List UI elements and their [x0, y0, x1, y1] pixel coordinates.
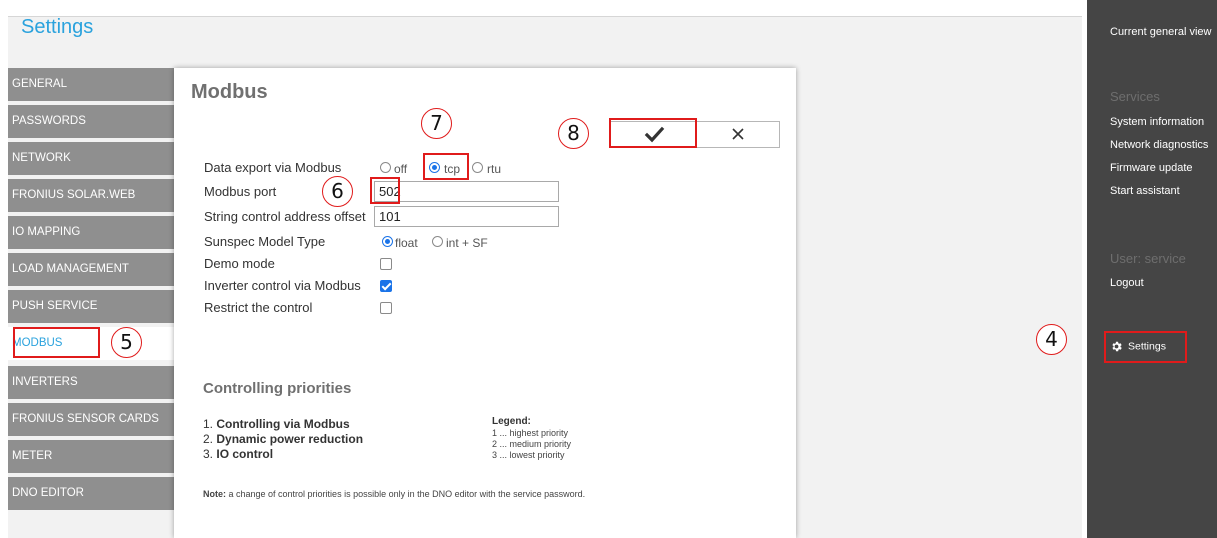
highlight-modbus-port	[370, 177, 400, 204]
highlight-settings-link	[1104, 331, 1187, 363]
current-general-view-link[interactable]: Current general view	[1110, 26, 1212, 38]
inverter-control-label: Inverter control via Modbus	[204, 278, 361, 293]
modbus-port-input[interactable]: 502	[374, 181, 559, 202]
nav-item-passwords[interactable]: PASSWORDS	[8, 105, 174, 138]
string-offset-input[interactable]: 101	[374, 206, 559, 227]
callout-number: 6	[322, 176, 353, 207]
nav-item-load-management[interactable]: LOAD MANAGEMENT	[8, 253, 174, 286]
string-offset-label: String control address offset	[204, 209, 366, 224]
priority-item: 2. Dynamic power reduction	[203, 432, 364, 446]
nav-item-general[interactable]: GENERAL	[8, 68, 174, 101]
right-sidebar: Current general view Services System inf…	[1087, 0, 1217, 538]
nav-item-dno-editor[interactable]: DNO EDITOR	[8, 477, 174, 510]
nav-item-inverters[interactable]: INVERTERS	[8, 366, 174, 399]
sunspec-float-radio[interactable]	[382, 236, 393, 247]
highlight-modbus-nav	[13, 327, 100, 358]
start-assistant-link[interactable]: Start assistant	[1110, 185, 1180, 197]
sunspec-int-sf-radio[interactable]	[432, 236, 443, 247]
sunspec-float-label: float	[395, 236, 418, 250]
legend-item: 1 ... highest priority	[492, 428, 569, 438]
services-heading: Services	[1110, 89, 1160, 104]
highlight-confirm-button	[609, 118, 697, 148]
highlight-tcp-option	[423, 153, 469, 180]
inverter-control-checkbox[interactable]	[380, 280, 392, 292]
callout-number: 5	[111, 327, 142, 358]
legend-item: 3 ... lowest priority	[492, 450, 565, 460]
restrict-control-label: Restrict the control	[204, 300, 313, 315]
firmware-update-link[interactable]: Firmware update	[1110, 162, 1193, 174]
user-heading: User: service	[1110, 251, 1186, 266]
panel-title: Modbus	[191, 81, 268, 103]
nav-item-meter[interactable]: METER	[8, 440, 174, 473]
system-information-link[interactable]: System information	[1110, 116, 1204, 128]
callout-number: 8	[558, 118, 589, 149]
logout-link[interactable]: Logout	[1110, 277, 1144, 289]
nav-item-fronius-sensor-cards[interactable]: FRONIUS SENSOR CARDS	[8, 403, 174, 436]
legend-item: 2 ... medium priority	[492, 439, 572, 449]
callout-number: 7	[421, 108, 452, 139]
data-export-rtu-label: rtu	[487, 162, 502, 176]
priority-note: Note: a change of control priorities is …	[203, 489, 586, 499]
demo-mode-label: Demo mode	[204, 256, 275, 271]
restrict-control-checkbox[interactable]	[380, 302, 392, 314]
priority-item: 3. IO control	[203, 447, 274, 461]
page-title: Settings	[21, 16, 94, 38]
modbus-port-label: Modbus port	[204, 184, 277, 199]
priorities-title: Controlling priorities	[203, 380, 352, 397]
sunspec-int-sf-label: int + SF	[446, 236, 488, 250]
callout-number: 4	[1036, 324, 1067, 355]
nav-item-network[interactable]: NETWORK	[8, 142, 174, 175]
nav-item-io-mapping[interactable]: IO MAPPING	[8, 216, 174, 249]
cancel-button[interactable]	[697, 122, 779, 147]
data-export-off-radio[interactable]	[380, 162, 391, 173]
priority-item: 1. Controlling via Modbus	[203, 417, 350, 431]
nav-item-push-service[interactable]: PUSH SERVICE	[8, 290, 174, 323]
sunspec-label: Sunspec Model Type	[204, 234, 326, 249]
modbus-panel: Modbus Data export via Modbus off tcp rt…	[174, 68, 796, 538]
data-export-off-label: off	[394, 162, 408, 176]
network-diagnostics-link[interactable]: Network diagnostics	[1110, 139, 1208, 151]
close-icon	[732, 128, 744, 140]
legend-title: Legend:	[492, 416, 531, 427]
demo-mode-checkbox[interactable]	[380, 258, 392, 270]
nav-item-fronius-solar-web[interactable]: FRONIUS SOLAR.WEB	[8, 179, 174, 212]
data-export-rtu-radio[interactable]	[472, 162, 483, 173]
data-export-label: Data export via Modbus	[204, 160, 342, 175]
